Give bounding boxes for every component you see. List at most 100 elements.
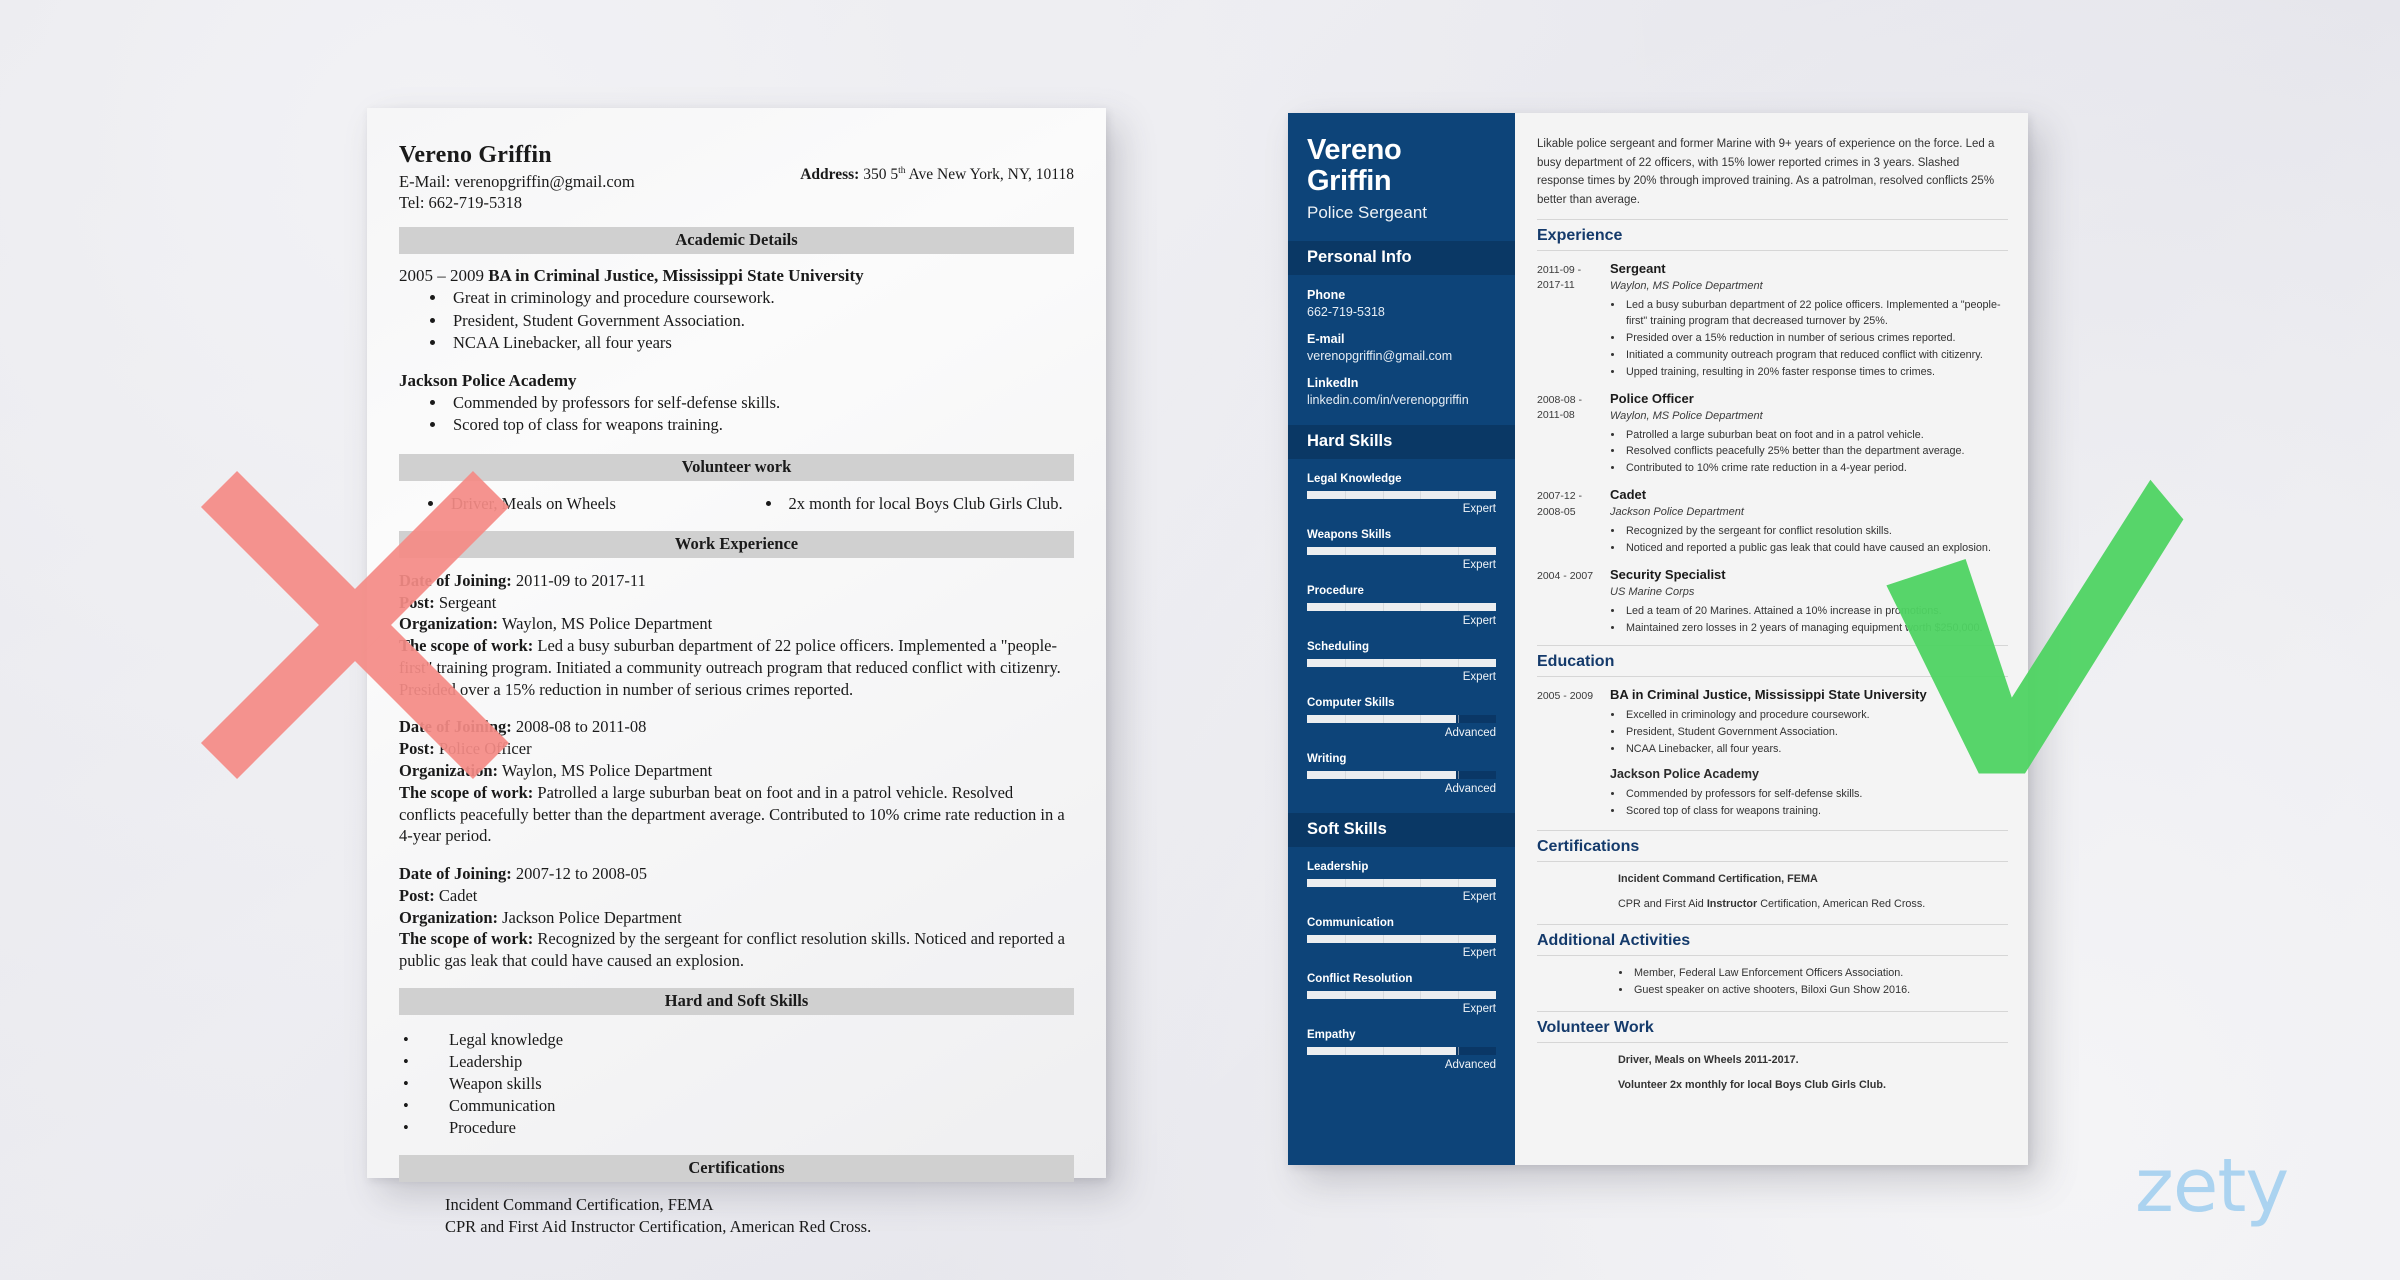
bad-job-post-value: Cadet [434, 885, 478, 905]
skill-progress-track [1307, 1047, 1496, 1056]
list-item: Guest speaker on active shooters, Biloxi… [1632, 982, 2008, 999]
good-experience-role: Police Officer [1610, 390, 1694, 406]
skill-tick [1458, 935, 1460, 944]
list-item: 2x month for local Boys Club Girls Club. [783, 493, 1075, 514]
skill-label: Conflict Resolution [1307, 973, 1413, 986]
skill-tick [1458, 547, 1460, 556]
skill-tick [1458, 771, 1460, 780]
list-item: Commended by professors for self-defense… [1624, 786, 2008, 803]
list-item: Contributed to 10% crime rate reduction … [1624, 460, 2008, 477]
skill-label: Writing [1307, 753, 1347, 766]
bullet-icon: • [403, 1051, 409, 1071]
list-item: Scored top of class for weapons training… [447, 414, 1074, 436]
skill-progress-fill [1307, 935, 1496, 944]
bad-job-org-label: Organization: [399, 614, 498, 634]
skill-progress-track [1307, 715, 1496, 724]
list-item: Initiated a community outreach program t… [1624, 347, 2008, 364]
skill-label: Procedure [1307, 585, 1364, 598]
bad-job-post-label: Post: [399, 592, 435, 612]
good-field-value-email: verenopgriffin@gmail.com [1307, 349, 1453, 364]
bad-job-post-value: Police Officer [434, 739, 532, 759]
skill-tick [1382, 1047, 1384, 1056]
good-sidebar-heading-hard-skills: Hard Skills [1288, 425, 1515, 460]
good-experience-role: Sergeant [1610, 260, 1666, 276]
skill-progress-track [1307, 771, 1496, 780]
skill-row: Scheduling Expert [1307, 641, 1496, 683]
skill-tick [1420, 659, 1422, 668]
good-name-last: Griffin [1307, 164, 1392, 197]
good-experience-org: Jackson Police Department [1610, 506, 1744, 519]
list-item: Member, Federal Law Enforcement Officers… [1632, 965, 2008, 982]
skill-progress-fill [1307, 879, 1496, 888]
skill-tick [1420, 879, 1422, 888]
bad-job-date-value: 2008-08 to 2011-08 [511, 717, 647, 737]
good-hard-skills-list: Legal Knowledge Expert Weapons Skills Exper… [1288, 473, 1515, 795]
list-item: • Leadership [403, 1051, 1074, 1073]
good-experience-role: Cadet [1610, 487, 1647, 503]
good-field-value-linkedin[interactable]: linkedin.com/in/verenopgriffin [1307, 393, 1496, 407]
skill-level: Expert [1462, 1003, 1496, 1016]
bad-contact-block: Vereno Griffin E-Mail: verenopgriffin@gm… [399, 142, 635, 213]
skill-tick [1344, 603, 1346, 612]
skill-label: Leadership [1307, 861, 1369, 874]
skill-label: Empathy [1307, 1029, 1356, 1042]
good-cert-strong: Instructor [1706, 897, 1758, 910]
skill-progress-fill [1307, 491, 1496, 500]
good-education-degree: BA in Criminal Justice, Mississippi Stat… [1610, 687, 1927, 703]
good-experience-body: Police Officer Waylon, MS Police Departme… [1610, 391, 2008, 477]
skill-level: Expert [1462, 947, 1496, 960]
bad-skill-label: Procedure [449, 1118, 516, 1138]
skill-level: Expert [1462, 615, 1496, 628]
bad-candidate-name: Vereno Griffin [399, 142, 552, 168]
bullet-icon: • [403, 1074, 409, 1094]
good-soft-skills-list: Leadership Expert Communication Expert Confl… [1288, 861, 1515, 1071]
skill-tick [1458, 991, 1460, 1000]
skill-progress-track [1307, 879, 1496, 888]
list-item: Great in criminology and procedure cours… [447, 287, 1074, 309]
bad-address-label: Address: [800, 166, 860, 184]
skill-tick [1458, 715, 1460, 724]
good-heading-volunteer-work: Volunteer Work [1537, 1010, 2008, 1043]
list-item: Maintained zero losses in 2 years of man… [1624, 620, 2008, 637]
good-experience-dates: 2004 - 2007 [1537, 569, 1594, 582]
skill-tick [1420, 1047, 1422, 1056]
skill-progress-fill [1307, 659, 1496, 668]
bad-job-scope-label: The scope of work: [399, 782, 534, 802]
skill-tick [1382, 771, 1384, 780]
skill-level: Expert [1462, 671, 1496, 684]
good-experience-role: Security Specialist [1610, 566, 1726, 582]
good-personal-info-fields: Phone 662-719-5318 E-mail verenopgriffin… [1288, 288, 1515, 407]
good-experience-entry: 2011-09 - 2017-11 Sergeant Waylon, MS Poli… [1537, 261, 2008, 381]
good-resume-sidebar: Vereno Griffin Police Sergeant Personal … [1288, 113, 1515, 1165]
good-education-bullets: Excelled in criminology and procedure co… [1624, 707, 2008, 757]
skill-tick [1344, 659, 1346, 668]
list-item: President, Student Government Associatio… [447, 310, 1074, 332]
good-name-first: Vereno [1307, 134, 1402, 166]
skill-progress-track [1307, 603, 1496, 612]
bad-skill-label: Communication [449, 1096, 556, 1116]
good-heading-additional-activities: Additional Activities [1537, 923, 2008, 956]
bad-academy-name: Jackson Police Academy [399, 370, 577, 390]
bad-job-org-label: Organization: [399, 907, 498, 927]
skill-tick [1382, 659, 1384, 668]
list-item: • Communication [403, 1095, 1074, 1117]
bad-address: Address: 350 5th Ave New York, NY, 10118 [800, 166, 1074, 184]
good-education-entry: 2005 - 2009 BA in Criminal Justice, Miss… [1537, 687, 2008, 819]
good-sidebar-heading-personal-info: Personal Info [1288, 241, 1515, 276]
list-item: President, Student Government Associatio… [1624, 724, 2008, 741]
good-experience-entry: 2008-08 - 2011-08 Police Officer Waylon, M… [1537, 391, 2008, 477]
bad-section-hard-soft-skills: Hard and Soft Skills [399, 987, 1074, 1015]
good-experience-dates: 2007-12 - 2008-05 [1537, 490, 1582, 518]
skill-level: Advanced [1444, 1059, 1496, 1072]
good-summary: Likable police sergeant and former Marin… [1537, 138, 1995, 206]
skill-progress-track [1307, 935, 1496, 944]
bad-section-academic-details: Academic Details [399, 227, 1074, 255]
skill-progress-track [1307, 491, 1496, 500]
good-experience-bullets: Led a team of 20 Marines. Attained a 10%… [1624, 603, 2008, 637]
bad-job-date-label: Date of Joining: [399, 864, 512, 884]
bad-section-certifications: Certifications [399, 1155, 1074, 1183]
bad-resume-page: Vereno Griffin E-Mail: verenopgriffin@gm… [367, 108, 1106, 1236]
bad-education-bullets: Great in criminology and procedure cours… [447, 287, 1074, 354]
bad-section-volunteer-work: Volunteer work [399, 454, 1074, 482]
bad-volunteer-right-list: 2x month for local Boys Club Girls Club. [783, 493, 1075, 514]
